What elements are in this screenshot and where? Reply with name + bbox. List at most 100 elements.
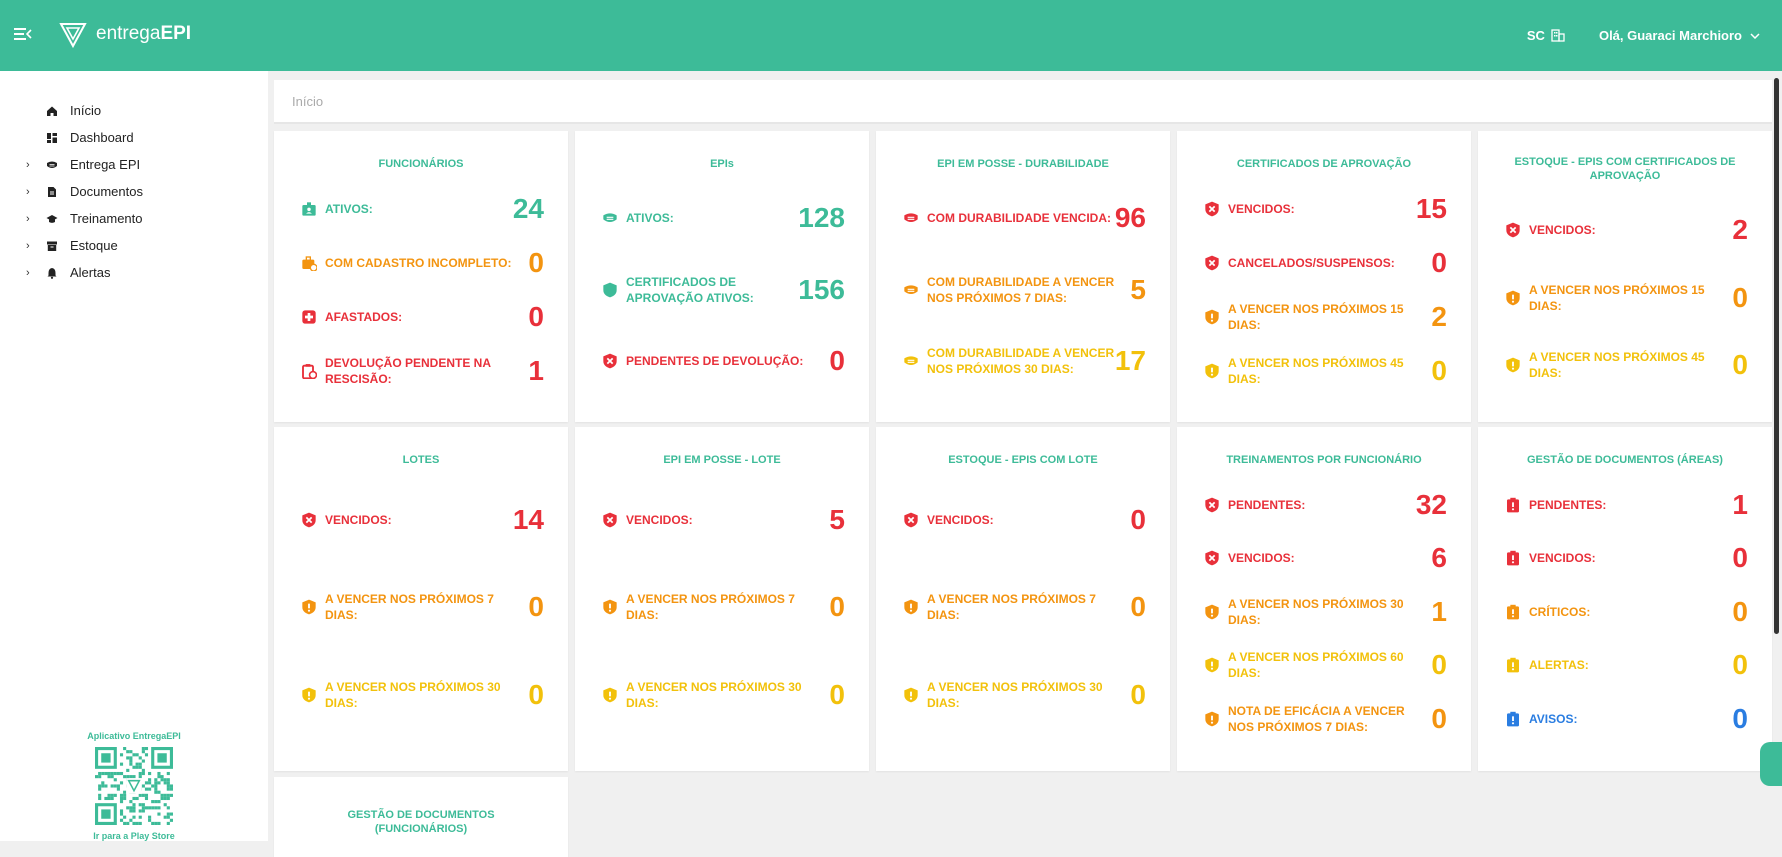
metric-row[interactable]: PENDENTES: 1 bbox=[1504, 487, 1748, 523]
metric-value[interactable]: 96 bbox=[1115, 202, 1146, 234]
metric-value[interactable]: 15 bbox=[1416, 193, 1447, 225]
metric-row[interactable]: COM CADASTRO INCOMPLETO: 0 bbox=[300, 245, 544, 281]
metric-value[interactable]: 5 bbox=[815, 504, 845, 536]
metric-row[interactable]: COM DURABILIDADE A VENCER NOS PRÓXIMOS 3… bbox=[902, 343, 1146, 379]
metric-row[interactable]: CRÍTICOS: 0 bbox=[1504, 594, 1748, 630]
metric-row[interactable]: VENCIDOS: 15 bbox=[1203, 191, 1447, 227]
metric-value[interactable]: 0 bbox=[815, 591, 845, 623]
metric-value[interactable]: 5 bbox=[1116, 274, 1146, 306]
dashboard-card[interactable]: GESTÃO DE DOCUMENTOS (ÁREAS) PENDENTES: 1 V… bbox=[1478, 427, 1772, 771]
metric-value[interactable]: 0 bbox=[1417, 649, 1447, 681]
chevron-right-icon[interactable]: › bbox=[26, 267, 38, 279]
metric-value[interactable]: 0 bbox=[1116, 591, 1146, 623]
metric-value[interactable]: 0 bbox=[1718, 703, 1748, 735]
metric-value[interactable]: 0 bbox=[1718, 282, 1748, 314]
metric-row[interactable]: A VENCER NOS PRÓXIMOS 30 DIAS: 1 bbox=[1203, 594, 1447, 630]
metric-row[interactable]: CERTIFICADOS DE APROVAÇÃO ATIVOS: 156 bbox=[601, 272, 845, 308]
metric-row[interactable]: A VENCER NOS PRÓXIMOS 7 DIAS: 0 bbox=[902, 589, 1146, 625]
chevron-right-icon[interactable]: › bbox=[26, 240, 38, 252]
metric-value[interactable]: 0 bbox=[1417, 355, 1447, 387]
metric-row[interactable]: A VENCER NOS PRÓXIMOS 60 DIAS: 0 bbox=[1203, 647, 1447, 683]
play-store-link[interactable]: Ir para a Play Store bbox=[60, 831, 208, 841]
metric-row[interactable]: A VENCER NOS PRÓXIMOS 30 DIAS: 0 bbox=[902, 677, 1146, 713]
metric-value[interactable]: 0 bbox=[514, 679, 544, 711]
metric-row[interactable]: PENDENTES DE DEVOLUÇÃO: 0 bbox=[601, 343, 845, 379]
metric-value[interactable]: 0 bbox=[1718, 596, 1748, 628]
metric-row[interactable]: VENCIDOS: 6 bbox=[1203, 540, 1447, 576]
dashboard-card[interactable]: TREINAMENTOS POR FUNCIONÁRIO PENDENTES: 32… bbox=[1177, 427, 1471, 771]
metric-row[interactable]: A VENCER NOS PRÓXIMOS 7 DIAS: 0 bbox=[300, 589, 544, 625]
metric-value[interactable]: 0 bbox=[1718, 542, 1748, 574]
metric-value[interactable]: 0 bbox=[1718, 349, 1748, 381]
qr-code[interactable] bbox=[95, 747, 173, 825]
chevron-right-icon[interactable]: › bbox=[26, 186, 38, 198]
metric-row[interactable]: A VENCER NOS PRÓXIMOS 15 DIAS: 2 bbox=[1203, 299, 1447, 335]
dashboard-card[interactable]: ESTOQUE - EPIS COM CERTIFICADOS DE APROV… bbox=[1478, 131, 1772, 422]
metric-value[interactable]: 17 bbox=[1115, 345, 1146, 377]
metric-row[interactable]: PENDENTES: 32 bbox=[1203, 487, 1447, 523]
metric-value[interactable]: 2 bbox=[1718, 214, 1748, 246]
metric-value[interactable]: 0 bbox=[1718, 649, 1748, 681]
metric-row[interactable]: COM DURABILIDADE VENCIDA: 96 bbox=[902, 200, 1146, 236]
metric-row[interactable]: A VENCER NOS PRÓXIMOS 45 DIAS: 0 bbox=[1504, 347, 1748, 383]
dashboard-card[interactable]: EPI EM POSSE - DURABILIDADE COM DURABILID… bbox=[876, 131, 1170, 422]
sidebar-item-alertas[interactable]: › Alertas bbox=[0, 259, 268, 286]
metric-row[interactable]: VENCIDOS: 0 bbox=[1504, 540, 1748, 576]
metric-row[interactable]: ATIVOS: 24 bbox=[300, 191, 544, 227]
metric-value[interactable]: 0 bbox=[1116, 504, 1146, 536]
dashboard-card[interactable]: CERTIFICADOS DE APROVAÇÃO VENCIDOS: 15 CANC… bbox=[1177, 131, 1471, 422]
dashboard-card[interactable]: GESTÃO DE DOCUMENTOS (FUNCIONÁRIOS) bbox=[274, 777, 568, 857]
scrollbar[interactable] bbox=[1774, 78, 1779, 634]
metric-value[interactable]: 1 bbox=[514, 355, 544, 387]
metric-value[interactable]: 32 bbox=[1416, 489, 1447, 521]
metric-value[interactable]: 2 bbox=[1417, 301, 1447, 333]
metric-row[interactable]: CANCELADOS/SUSPENSOS: 0 bbox=[1203, 245, 1447, 281]
sidebar-item-estoque[interactable]: › Estoque bbox=[0, 232, 268, 259]
menu-toggle-icon[interactable] bbox=[14, 26, 32, 42]
metric-value[interactable]: 0 bbox=[1417, 247, 1447, 279]
metric-row[interactable]: VENCIDOS: 0 bbox=[902, 502, 1146, 538]
metric-row[interactable]: ALERTAS: 0 bbox=[1504, 647, 1748, 683]
help-float-button[interactable] bbox=[1760, 742, 1782, 786]
metric-row[interactable]: VENCIDOS: 5 bbox=[601, 502, 845, 538]
metric-row[interactable]: A VENCER NOS PRÓXIMOS 45 DIAS: 0 bbox=[1203, 353, 1447, 389]
metric-row[interactable]: AFASTADOS: 0 bbox=[300, 299, 544, 335]
metric-value[interactable]: 14 bbox=[513, 504, 544, 536]
metric-row[interactable]: VENCIDOS: 14 bbox=[300, 502, 544, 538]
metric-value[interactable]: 6 bbox=[1417, 542, 1447, 574]
metric-row[interactable]: DEVOLUÇÃO PENDENTE NA RESCISÃO: 1 bbox=[300, 353, 544, 389]
metric-value[interactable]: 128 bbox=[798, 202, 845, 234]
chevron-right-icon[interactable]: › bbox=[26, 159, 38, 171]
metric-row[interactable]: A VENCER NOS PRÓXIMOS 30 DIAS: 0 bbox=[300, 677, 544, 713]
metric-value[interactable]: 0 bbox=[514, 301, 544, 333]
chevron-right-icon[interactable]: › bbox=[26, 213, 38, 225]
sidebar-item-in-cio[interactable]: Início bbox=[0, 97, 268, 124]
dashboard-card[interactable]: EPIs ATIVOS: 128 CERTIFICADOS DE APROVAÇÃO … bbox=[575, 131, 869, 422]
metric-value[interactable]: 0 bbox=[1116, 679, 1146, 711]
metric-value[interactable]: 0 bbox=[815, 679, 845, 711]
metric-value[interactable]: 24 bbox=[513, 193, 544, 225]
dashboard-card[interactable]: FUNCIONÁRIOS ATIVOS: 24 COM CADASTRO INCOMP… bbox=[274, 131, 568, 422]
app-logo[interactable]: entregaEPI bbox=[58, 19, 191, 49]
metric-value[interactable]: 1 bbox=[1417, 596, 1447, 628]
metric-row[interactable]: ATIVOS: 128 bbox=[601, 200, 845, 236]
metric-value[interactable]: 0 bbox=[815, 345, 845, 377]
metric-row[interactable]: AVISOS: 0 bbox=[1504, 701, 1748, 737]
sidebar-item-dashboard[interactable]: Dashboard bbox=[0, 124, 268, 151]
metric-value[interactable]: 0 bbox=[1417, 703, 1447, 735]
dashboard-card[interactable]: ESTOQUE - EPIS COM LOTE VENCIDOS: 0 A VENCE… bbox=[876, 427, 1170, 771]
sidebar-item-entrega-epi[interactable]: › Entrega EPI bbox=[0, 151, 268, 178]
metric-value[interactable]: 156 bbox=[798, 274, 845, 306]
dashboard-card[interactable]: LOTES VENCIDOS: 14 A VENCER NOS PRÓXIMOS 7 … bbox=[274, 427, 568, 771]
metric-row[interactable]: A VENCER NOS PRÓXIMOS 30 DIAS: 0 bbox=[601, 677, 845, 713]
sidebar-item-documentos[interactable]: › Documentos bbox=[0, 178, 268, 205]
user-menu[interactable]: Olá, Guaraci Marchioro bbox=[1599, 28, 1760, 43]
dashboard-card[interactable]: EPI EM POSSE - LOTE VENCIDOS: 5 A VENCER NO… bbox=[575, 427, 869, 771]
metric-value[interactable]: 1 bbox=[1718, 489, 1748, 521]
metric-row[interactable]: A VENCER NOS PRÓXIMOS 15 DIAS: 0 bbox=[1504, 280, 1748, 316]
metric-value[interactable]: 0 bbox=[514, 591, 544, 623]
metric-row[interactable]: NOTA DE EFICÁCIA A VENCER NOS PRÓXIMOS 7… bbox=[1203, 701, 1447, 737]
organization-selector[interactable]: SC bbox=[1527, 28, 1565, 43]
metric-value[interactable]: 0 bbox=[514, 247, 544, 279]
breadcrumb-current[interactable]: Início bbox=[292, 94, 323, 109]
